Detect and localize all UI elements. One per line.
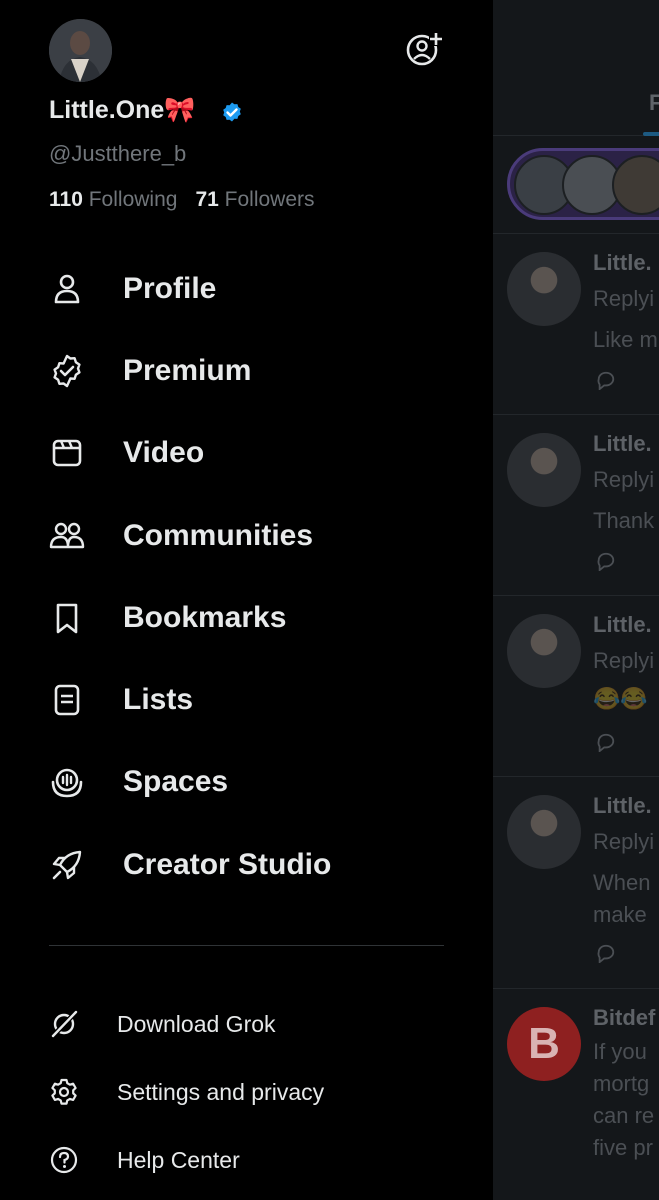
menu-item-label: Bookmarks: [123, 601, 287, 634]
followers-link[interactable]: 71 Followers: [195, 188, 314, 211]
post-author: Bitdef: [593, 1005, 656, 1030]
add-account-icon[interactable]: [405, 30, 443, 68]
display-name[interactable]: Little.One🎀: [49, 96, 195, 125]
post-text: Thank: [593, 508, 655, 533]
space-avatar: [612, 155, 659, 215]
reply-icon[interactable]: [595, 732, 617, 752]
reply-icon[interactable]: [595, 370, 617, 390]
menu-item-creator-studio[interactable]: Creator Studio: [49, 835, 469, 895]
gear-icon: [51, 1078, 77, 1105]
menu-item-profile[interactable]: Profile: [49, 259, 469, 319]
follow-stats: 110 Following 71 Followers: [49, 188, 315, 212]
post-reply-context: Replyi: [593, 467, 655, 492]
spaces-icon: [51, 768, 83, 798]
post-text: make: [593, 902, 647, 927]
timeline-post[interactable]: Little. Replyi Like m: [493, 234, 659, 415]
menu-item-lists[interactable]: Lists: [49, 670, 469, 730]
premium-badge-icon: [53, 354, 81, 388]
menu-item-spaces[interactable]: Spaces: [49, 752, 469, 812]
post-reply-context: Replyi: [593, 286, 655, 311]
profile-avatar[interactable]: [49, 19, 112, 82]
menu-item-communities[interactable]: Communities: [49, 506, 469, 566]
menu-item-bookmarks[interactable]: Bookmarks: [49, 588, 469, 648]
post-text: five pr: [593, 1135, 653, 1160]
video-icon: [52, 439, 82, 467]
avatar: [507, 252, 581, 326]
post-reply-context: Replyi: [593, 829, 655, 854]
grok-icon: [50, 1010, 78, 1039]
background-timeline: F Little. Replyi Like m Little. Replyi T…: [493, 0, 659, 1200]
post-author: Little.: [593, 793, 652, 818]
menu-item-label: Download Grok: [117, 1010, 276, 1037]
menu-item-label: Communities: [123, 519, 314, 552]
post-text: can re: [593, 1103, 655, 1128]
post-text: When: [593, 870, 651, 895]
rocket-icon: [52, 850, 82, 880]
menu-item-label: Help Center: [117, 1146, 240, 1173]
user-handle: @Justthere_b: [49, 141, 187, 166]
menu-item-label: Profile: [123, 272, 217, 305]
timeline-post[interactable]: Little. Replyi When make: [493, 777, 659, 989]
timeline-post[interactable]: B Bitdef If you mortg can re five pr: [493, 989, 659, 1200]
avatar-photo: [49, 19, 112, 82]
menu-item-download-grok[interactable]: Download Grok: [49, 1002, 469, 1046]
timeline-tab-bar: F: [493, 0, 659, 136]
live-space-pill[interactable]: [507, 148, 659, 220]
help-icon: [50, 1146, 78, 1174]
timeline-post[interactable]: Little. Replyi Thank: [493, 415, 659, 596]
post-author: Little.: [593, 250, 652, 275]
menu-item-label: Lists: [123, 683, 194, 716]
avatar: [507, 795, 581, 869]
following-count: 110: [49, 188, 83, 211]
post-reply-context: Replyi: [593, 648, 655, 673]
following-link[interactable]: 110 Following: [49, 188, 177, 211]
verified-badge-icon: [223, 102, 241, 122]
communities-icon: [49, 522, 85, 549]
menu-item-label: Video: [123, 436, 205, 469]
menu-item-help-center[interactable]: Help Center: [49, 1138, 469, 1182]
menu-item-settings[interactable]: Settings and privacy: [49, 1070, 469, 1114]
avatar: [507, 614, 581, 688]
followers-label: Followers: [224, 188, 315, 211]
post-author: Little.: [593, 612, 652, 637]
reply-icon[interactable]: [595, 943, 617, 963]
reply-icon[interactable]: [595, 551, 617, 571]
menu-item-label: Spaces: [123, 765, 229, 798]
menu-divider: [49, 945, 444, 946]
followers-count: 71: [195, 188, 219, 211]
following-label: Following: [88, 188, 178, 211]
menu-item-premium[interactable]: Premium: [49, 341, 469, 401]
timeline-tab[interactable]: F: [649, 90, 659, 116]
navigation-drawer: Little.One🎀 @Justthere_b 110 Following 71…: [0, 0, 493, 1200]
post-text: If you: [593, 1039, 647, 1064]
post-text: Like m: [593, 327, 658, 352]
person-icon: [54, 274, 80, 304]
menu-item-label: Settings and privacy: [117, 1078, 325, 1105]
menu-item-label: Premium: [123, 354, 252, 387]
post-author: Little.: [593, 431, 652, 456]
post-text: 😂😂: [593, 686, 648, 711]
bookmark-icon: [56, 603, 78, 634]
avatar: [507, 433, 581, 507]
list-icon: [54, 684, 80, 716]
menu-item-video[interactable]: Video: [49, 423, 469, 483]
post-text: mortg: [593, 1071, 650, 1096]
menu-item-label: Creator Studio: [123, 848, 332, 881]
timeline-post[interactable]: Little. Replyi 😂😂: [493, 596, 659, 777]
spaces-bar: [493, 136, 659, 234]
avatar: B: [507, 1007, 581, 1081]
